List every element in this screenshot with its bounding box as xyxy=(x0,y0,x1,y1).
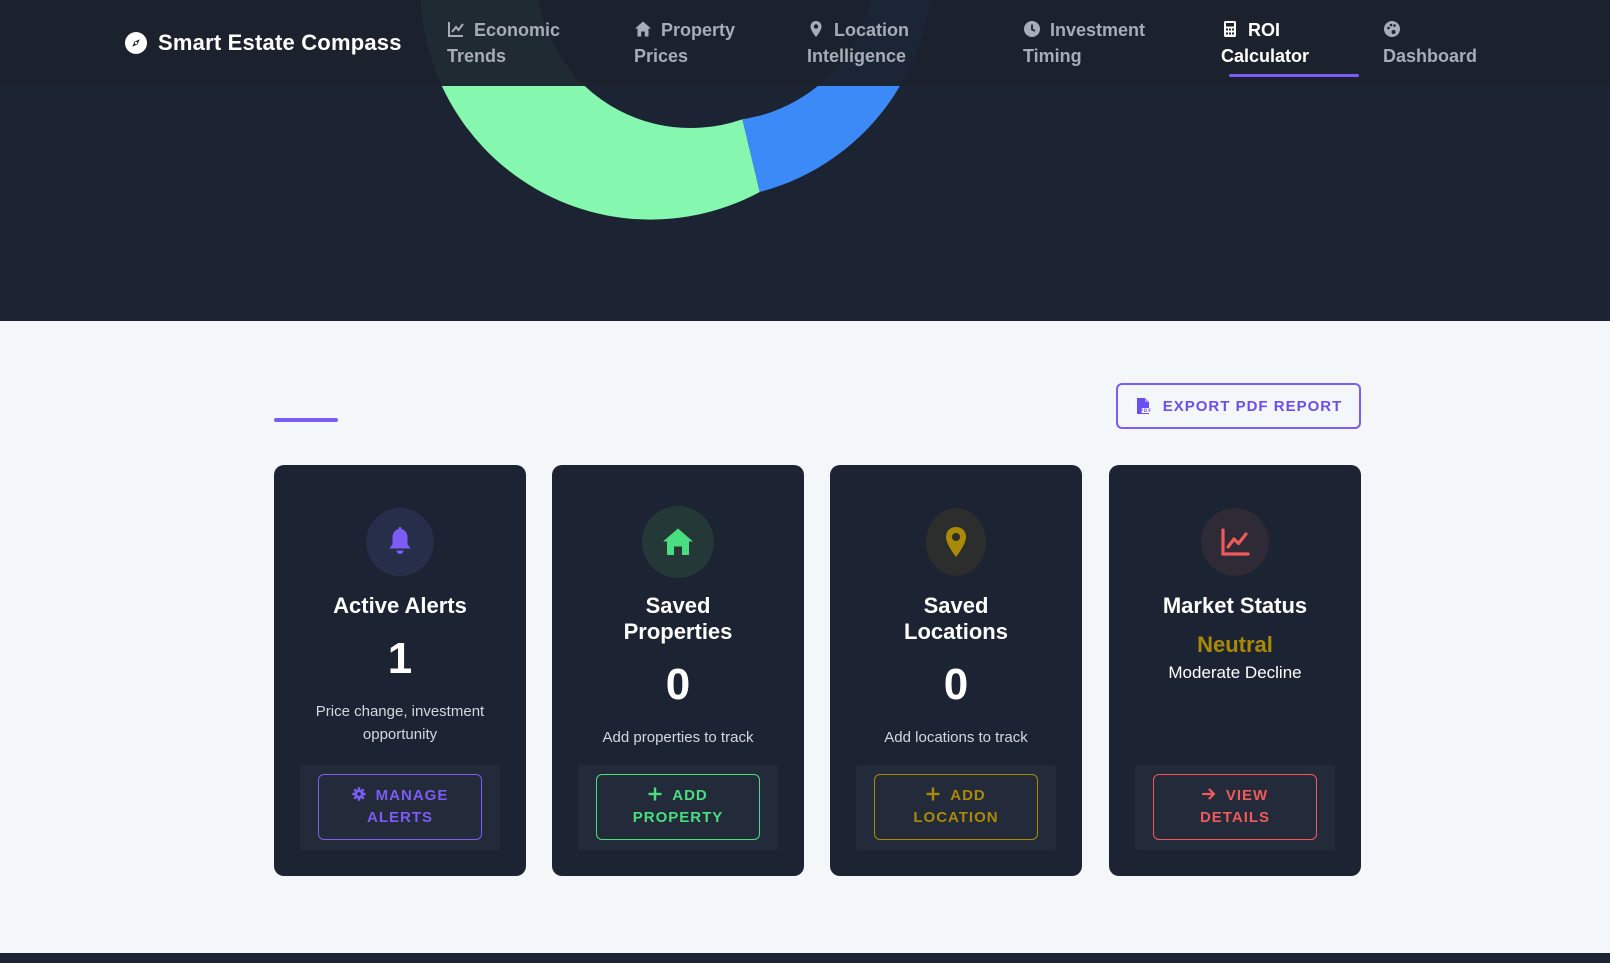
nav-label-line2: Intelligence xyxy=(807,46,907,66)
nav-roi-calculator[interactable]: ROI Calculator xyxy=(1221,17,1309,69)
card-title-line1: Saved xyxy=(645,593,711,618)
nav-label-line1: Economic xyxy=(474,20,561,40)
card-footer: ADD LOCATION xyxy=(856,765,1056,850)
icon-badge xyxy=(642,506,714,578)
brand-name: Smart Estate Compass xyxy=(158,30,402,55)
nav-label-line1: Investment xyxy=(1050,20,1146,40)
top-navbar: Smart Estate Compass Economic Trends Pro… xyxy=(0,0,1610,86)
compass-icon xyxy=(125,32,147,54)
card-value: 1 xyxy=(387,634,413,683)
nav-label-line1: Property xyxy=(661,20,736,40)
card-description: Add locations to track xyxy=(884,729,1028,746)
gear-icon xyxy=(351,787,366,801)
icon-badge xyxy=(1201,508,1269,576)
nav-economic-trends[interactable]: Economic Trends xyxy=(447,17,560,69)
map-pin-icon xyxy=(946,527,966,557)
card-title: Saved Properties xyxy=(572,593,784,645)
button-label-line1: ADD xyxy=(672,787,708,804)
add-location-button[interactable]: ADD LOCATION xyxy=(874,774,1038,840)
card-description: Price change, investment opportunity xyxy=(315,703,485,743)
nav-property-prices[interactable]: Property Prices xyxy=(634,17,735,69)
market-status-detail: Moderate Decline xyxy=(1168,663,1302,682)
button-label-line2: ALERTS xyxy=(366,809,433,826)
calculator-icon xyxy=(1224,21,1236,37)
nav-location-intelligence[interactable]: Location Intelligence xyxy=(807,17,909,69)
view-details-button[interactable]: VIEW DETAILS xyxy=(1153,774,1317,840)
arrow-right-icon xyxy=(1201,788,1215,800)
nav-label-line1: ROI xyxy=(1248,20,1281,40)
home-icon xyxy=(635,21,651,37)
card-saved-properties: Saved Properties 0 Add properties to tra… xyxy=(552,465,804,876)
manage-alerts-button[interactable]: MANAGE ALERTS xyxy=(318,774,482,840)
clock-icon xyxy=(1024,21,1040,37)
card-market-status: Market Status Neutral Moderate Decline V… xyxy=(1109,465,1361,876)
card-value: 0 xyxy=(943,660,969,709)
export-pdf-label: EXPORT PDF REPORT xyxy=(1162,397,1343,415)
footer-strip xyxy=(0,953,1610,963)
file-pdf-icon: PDF xyxy=(1136,398,1151,414)
button-label-line2: LOCATION xyxy=(913,809,999,826)
plus-icon xyxy=(926,787,940,801)
card-description: Add properties to track xyxy=(602,729,754,746)
button-label-line2: PROPERTY xyxy=(632,809,724,826)
palette-icon xyxy=(1384,21,1400,37)
card-title-line1: Saved xyxy=(923,593,989,618)
card-saved-locations: Saved Locations 0 Add locations to track… xyxy=(830,465,1082,876)
card-footer: VIEW DETAILS xyxy=(1135,765,1335,850)
nav-label-line2: Dashboard xyxy=(1383,46,1478,66)
svg-text:PDF: PDF xyxy=(1140,408,1151,413)
button-label-line1: ADD xyxy=(950,787,986,804)
icon-badge xyxy=(926,508,986,576)
plus-icon xyxy=(648,787,662,801)
card-footer: ADD PROPERTY xyxy=(578,765,778,850)
active-nav-indicator xyxy=(1229,74,1359,77)
button-label-line1: MANAGE xyxy=(375,787,449,804)
chart-line-icon xyxy=(1221,528,1250,556)
button-label-line1: VIEW xyxy=(1225,787,1269,804)
market-status-value: Neutral xyxy=(1197,632,1273,657)
add-property-button[interactable]: ADD PROPERTY xyxy=(596,774,760,840)
card-active-alerts: Active Alerts 1 Price change, investment… xyxy=(274,465,526,876)
nav-label-line2: Prices xyxy=(634,46,689,66)
chart-line-icon xyxy=(448,22,464,37)
nav-label-line2: Calculator xyxy=(1221,46,1310,66)
icon-badge xyxy=(366,508,434,576)
map-pin-icon xyxy=(810,21,822,37)
card-title-line2: Properties xyxy=(623,619,733,644)
card-title: Saved Locations xyxy=(850,593,1062,645)
card-title: Market Status xyxy=(1162,593,1308,618)
nav-dashboard[interactable]: Dashboard xyxy=(1383,17,1477,69)
export-pdf-button[interactable]: PDF EXPORT PDF REPORT xyxy=(1116,383,1361,429)
nav-label-line2: Trends xyxy=(447,46,507,66)
card-title: Active Alerts xyxy=(333,593,467,618)
section-title-accent xyxy=(274,418,338,422)
brand[interactable]: Smart Estate Compass xyxy=(124,30,402,56)
home-icon xyxy=(663,528,693,555)
button-label-line2: DETAILS xyxy=(1199,809,1271,826)
bell-icon xyxy=(389,527,411,554)
card-footer: MANAGE ALERTS xyxy=(300,765,500,850)
nav-investment-timing[interactable]: Investment Timing xyxy=(1023,17,1145,69)
nav-label-line2: Timing xyxy=(1023,46,1082,66)
card-value: 0 xyxy=(665,660,691,709)
card-title-line2: Locations xyxy=(904,619,1008,644)
nav-label-line1: Location xyxy=(834,20,909,40)
